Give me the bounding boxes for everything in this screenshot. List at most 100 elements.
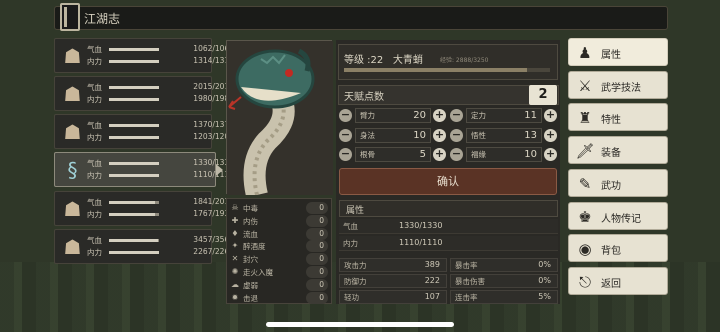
home-indicator[interactable] <box>266 322 454 327</box>
mp-bar <box>109 60 159 63</box>
stat-allocator: − 根骨 5 + <box>339 147 447 162</box>
menu-button[interactable]: ⎋ 返回 <box>568 266 668 295</box>
decrease-button[interactable]: − <box>450 148 463 161</box>
trait-icon: ♜ <box>578 109 592 128</box>
attr-mp-row: 内力 1110/1110 <box>339 236 558 251</box>
hp-label: 气血 <box>87 45 102 54</box>
attribute-cell: 连击率 5% <box>450 290 558 304</box>
increase-button[interactable]: + <box>544 148 557 161</box>
hp-value: 3457/3567 <box>193 235 234 244</box>
status-row: ♦ 流血 0 <box>230 227 330 241</box>
hp-row: 气血 1841/2011 <box>87 197 234 208</box>
madness-icon: ✺ <box>231 267 239 276</box>
mp-label: 内力 <box>87 133 102 142</box>
mp-row: 内力 1767/1937 <box>87 209 234 220</box>
increase-button[interactable]: + <box>433 148 446 161</box>
attr-hp-row: 气血 1330/1330 <box>339 219 558 234</box>
status-label: 醉酒度 <box>243 242 266 252</box>
party-member-card[interactable]: ☗ 气血 2015/2015 内力 1980/1980 <box>54 76 234 111</box>
biography-icon: ♚ <box>578 207 592 226</box>
attr-mp-label: 内力 <box>343 239 358 248</box>
hp-label: 气血 <box>87 83 102 92</box>
increase-button[interactable]: + <box>544 109 557 122</box>
decrease-button[interactable]: − <box>339 129 352 142</box>
mp-bar-fill <box>109 136 159 139</box>
stat-field: 福缘 10 <box>466 147 542 162</box>
menu-button[interactable]: ✎ 武功 <box>568 168 668 197</box>
decrease-button[interactable]: − <box>339 109 352 122</box>
status-label: 中毒 <box>243 204 258 213</box>
stat-value: 13 <box>524 130 537 141</box>
mp-bar-fill <box>109 98 159 101</box>
party-member-card[interactable]: ☗ 气血 1841/2011 内力 1767/1937 <box>54 191 234 226</box>
status-row: ✺ 走火入魔 0 <box>230 266 330 279</box>
bag-icon: ◉ <box>578 240 592 259</box>
attribute-label: 连击率 <box>455 293 478 302</box>
decrease-button[interactable]: − <box>339 148 352 161</box>
hp-bar-fill <box>109 48 159 51</box>
mp-label: 内力 <box>87 248 102 257</box>
status-value: 0 <box>306 227 328 240</box>
party-member-card[interactable]: ☗ 气血 1370/1370 内力 1203/1203 <box>54 114 234 149</box>
status-label: 流血 <box>243 229 258 239</box>
attribute-label: 暴击伤害 <box>455 277 485 286</box>
mp-value: 2267/2267 <box>193 247 234 256</box>
status-value: 0 <box>306 240 328 253</box>
equipment-icon: 🗡 <box>575 142 595 161</box>
character-name: 大青蛸 <box>392 55 423 66</box>
clarity-icon: ✦ <box>231 241 239 251</box>
menu-button[interactable]: ♜ 特性 <box>568 103 668 132</box>
hp-row: 气血 2015/2015 <box>87 82 234 93</box>
monk-avatar-icon: ☗ <box>63 82 82 106</box>
menu-button[interactable]: 🗡 装备 <box>568 136 668 165</box>
mp-bar <box>109 213 159 216</box>
stat-allocator: − 定力 11 + <box>450 108 558 123</box>
attribute-cell: 暴击率 0% <box>450 258 558 272</box>
mp-row: 内力 2267/2267 <box>87 247 234 258</box>
martial-skill-icon: ⚔ <box>578 76 592 95</box>
mp-label: 内力 <box>87 210 102 219</box>
increase-button[interactable]: + <box>433 109 446 122</box>
attribute-cell: 防御力 222 <box>339 274 447 288</box>
kungfu-icon: ✎ <box>578 174 592 193</box>
decrease-button[interactable]: − <box>450 129 463 142</box>
menu-label: 属性 <box>601 50 621 61</box>
decrease-button[interactable]: − <box>450 109 463 122</box>
attribute-value: 0% <box>538 276 551 285</box>
mp-row: 内力 1980/1980 <box>87 94 234 105</box>
mp-value: 1980/1980 <box>193 94 234 103</box>
status-effects-list: ☠ 中毒 0 ✚ 内伤 0 ♦ 流血 0 ✦ 醉酒度 0 ✕ 封穴 0 ✺ 走火入魔 0 ☁ 虚弱 0 ✹ 击退 0 <box>226 198 332 304</box>
mp-bar-fill <box>109 251 159 254</box>
stat-allocator: − 臂力 20 + <box>339 108 447 123</box>
attribute-value: 5% <box>538 292 551 301</box>
attribute-label: 攻击力 <box>344 261 367 270</box>
menu-label: 装备 <box>601 148 621 160</box>
status-row: ✦ 醉酒度 0 <box>230 240 330 253</box>
page-title: 江湖志 <box>84 12 121 26</box>
hp-value: 1370/1370 <box>193 120 234 129</box>
internal-wound-icon: ✚ <box>231 215 239 225</box>
increase-button[interactable]: + <box>544 129 557 142</box>
party-member-card[interactable]: § 气血 1330/1330 内力 1110/1110 <box>54 152 234 187</box>
general-avatar-icon: ☗ <box>63 235 82 259</box>
stat-value: 20 <box>413 110 426 121</box>
stat-field: 定力 11 <box>466 108 542 123</box>
attribute-label: 暴击率 <box>455 261 478 270</box>
status-value: 0 <box>306 291 328 304</box>
party-member-card[interactable]: ☗ 气血 1062/1062 内力 1314/1314 <box>54 38 234 73</box>
talent-points-label: 天赋点数 <box>344 92 384 103</box>
menu-button[interactable]: ♚ 人物传记 <box>568 201 668 230</box>
exp-text: 经验: 2888/3250 <box>440 57 489 64</box>
stat-label: 定力 <box>471 111 486 120</box>
hp-bar-fill <box>109 162 159 165</box>
menu-button[interactable]: ◉ 背包 <box>568 234 668 263</box>
mp-value: 1767/1937 <box>193 209 234 218</box>
confirm-button[interactable]: 确认 <box>339 168 557 195</box>
increase-button[interactable]: + <box>433 129 446 142</box>
bleed-icon: ♦ <box>231 228 239 238</box>
menu-button[interactable]: ⚔ 武学技法 <box>568 70 668 99</box>
hp-bar <box>109 162 159 165</box>
hp-value: 2015/2015 <box>193 82 234 91</box>
party-member-card[interactable]: ☗ 气血 3457/3567 内力 2267/2267 <box>54 229 234 264</box>
menu-button[interactable]: ♟ 属性 <box>568 38 668 66</box>
